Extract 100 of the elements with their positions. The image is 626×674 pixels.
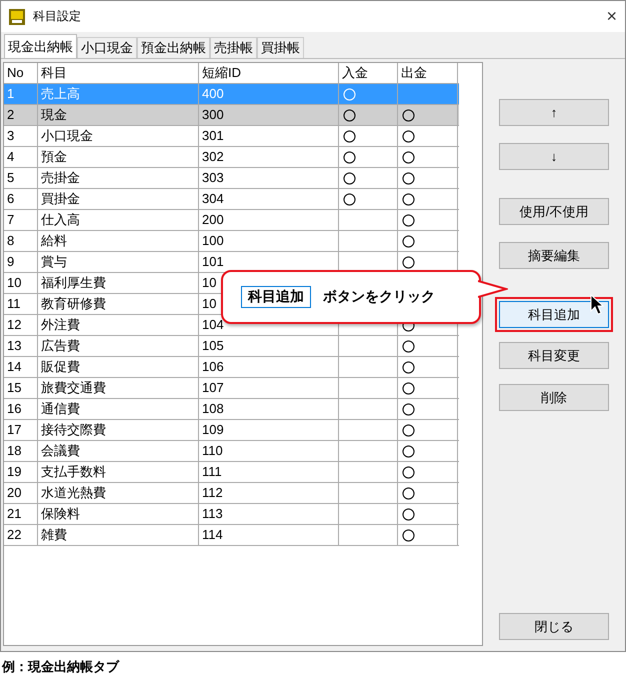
table-row[interactable]: 13 広告費 105	[4, 336, 459, 357]
table-cell: 12	[4, 315, 38, 335]
table-cell: 14	[4, 357, 38, 377]
table-cell: 教育研修費	[38, 294, 199, 314]
table-cell: 17	[4, 420, 38, 440]
table-cell: 販促費	[38, 357, 199, 377]
table-cell: 300	[199, 105, 339, 125]
close-dialog-button[interactable]: 閉じる	[499, 613, 609, 640]
table-row[interactable]: 2 現金 300	[4, 105, 459, 126]
table-cell: 支払手数料	[38, 462, 199, 482]
table-cell: 2	[4, 105, 38, 125]
table-row[interactable]: 3 小口現金 301	[4, 126, 459, 147]
table-row[interactable]: 7 仕入高 200	[4, 210, 459, 231]
table-cell: 現金	[38, 105, 199, 125]
caption: 例：現金出納帳タブ	[0, 658, 120, 674]
table-cell: 113	[199, 504, 339, 524]
table-cell: 8	[4, 231, 38, 251]
table-row[interactable]: 19 支払手数料 111	[4, 462, 459, 483]
column-header: 科目	[38, 63, 199, 83]
table-row[interactable]: 4 預金 302	[4, 147, 459, 168]
table-cell: 400	[199, 84, 339, 104]
table-cell: 買掛金	[38, 189, 199, 209]
table-cell: 19	[4, 462, 38, 482]
tab[interactable]: 現金出納帳	[4, 34, 77, 58]
table-cell: 16	[4, 399, 38, 419]
table-row[interactable]: 16 通信費 108	[4, 399, 459, 420]
column-header: No	[4, 63, 38, 83]
action-button[interactable]: ↑	[499, 99, 609, 126]
table-cell: 外注費	[38, 315, 199, 335]
table-row[interactable]: 22 雑費 114	[4, 525, 459, 546]
table-cell: 11	[4, 294, 38, 314]
table-cell: 302	[199, 147, 339, 167]
table-row[interactable]: 15 旅費交通費 107	[4, 378, 459, 399]
table-cell: 105	[199, 336, 339, 356]
table-cell: 200	[199, 210, 339, 230]
table-cell: 9	[4, 252, 38, 272]
action-button[interactable]: 科目追加	[499, 301, 609, 328]
table-cell: 旅費交通費	[38, 378, 199, 398]
action-button[interactable]: 科目変更	[499, 342, 609, 369]
table-cell: 7	[4, 210, 38, 230]
column-header: 入金	[339, 63, 398, 83]
action-button[interactable]: ↓	[499, 143, 609, 170]
table-cell: 100	[199, 231, 339, 251]
table-cell: 給料	[38, 231, 199, 251]
table-cell: 福利厚生費	[38, 273, 199, 293]
table-row[interactable]: 6 買掛金 304	[4, 189, 459, 210]
table-cell: 109	[199, 420, 339, 440]
table-cell: 売上高	[38, 84, 199, 104]
button-label: 科目追加	[241, 286, 311, 308]
tab[interactable]: 買掛帳	[257, 37, 304, 58]
table-cell: 5	[4, 168, 38, 188]
action-button[interactable]: 摘要編集	[499, 242, 609, 269]
table-cell: 1	[4, 84, 38, 104]
table-cell: 小口現金	[38, 126, 199, 146]
table-cell: 13	[4, 336, 38, 356]
table-cell: 21	[4, 504, 38, 524]
table-cell: 通信費	[38, 399, 199, 419]
table-cell: 20	[4, 483, 38, 503]
app-icon	[9, 8, 25, 24]
tab[interactable]: 預金出納帳	[137, 37, 210, 58]
table-cell: 10	[4, 273, 38, 293]
table-cell: 110	[199, 441, 339, 461]
column-header: 出金	[398, 63, 458, 83]
table-cell: 114	[199, 525, 339, 545]
table-cell: 108	[199, 399, 339, 419]
action-button[interactable]: 削除	[499, 384, 609, 411]
tab[interactable]: 売掛帳	[210, 37, 257, 58]
table-cell: 雑費	[38, 525, 199, 545]
table-cell: 6	[4, 189, 38, 209]
cursor-icon	[590, 294, 604, 316]
table-cell: 保険料	[38, 504, 199, 524]
table-cell: 111	[199, 462, 339, 482]
table-cell: 112	[199, 483, 339, 503]
table-cell: 仕入高	[38, 210, 199, 230]
window-title: 科目設定	[33, 8, 82, 25]
table-cell: 304	[199, 189, 339, 209]
table-row[interactable]: 20 水道光熱費 112	[4, 483, 459, 504]
table-row[interactable]: 5 売掛金 303	[4, 168, 459, 189]
table-row[interactable]: 17 接待交際費 109	[4, 420, 459, 441]
table-cell: 広告費	[38, 336, 199, 356]
table-row[interactable]: 21 保険料 113	[4, 504, 459, 525]
table-cell: 303	[199, 168, 339, 188]
table-cell: 15	[4, 378, 38, 398]
table-cell: 22	[4, 525, 38, 545]
table-cell: 301	[199, 126, 339, 146]
table-cell: 18	[4, 441, 38, 461]
action-button[interactable]: 使用/不使用	[499, 198, 609, 225]
table-cell: 預金	[38, 147, 199, 167]
table-cell: 107	[199, 378, 339, 398]
table-row[interactable]: 8 給料 100	[4, 231, 459, 252]
table-cell: 賞与	[38, 252, 199, 272]
table-cell: 106	[199, 357, 339, 377]
table-cell: 3	[4, 126, 38, 146]
table-cell: 水道光熱費	[38, 483, 199, 503]
table-row[interactable]: 14 販促費 106	[4, 357, 459, 378]
table-row[interactable]: 18 会議費 110	[4, 441, 459, 462]
tab[interactable]: 小口現金	[77, 37, 137, 58]
close-button[interactable]: ×	[606, 6, 617, 27]
column-header: 短縮ID	[199, 63, 339, 83]
table-cell: 会議費	[38, 441, 199, 461]
